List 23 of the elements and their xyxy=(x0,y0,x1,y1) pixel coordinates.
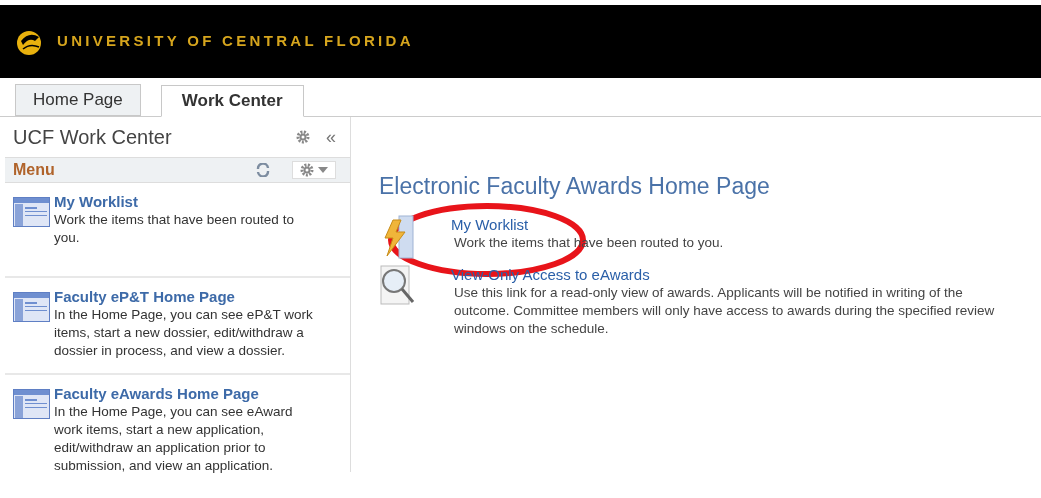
link[interactable]: My Worklist xyxy=(451,213,1021,234)
panel-title: UCF Work Center xyxy=(13,125,173,150)
page-title: Electronic Faculty Awards Home Page xyxy=(379,172,771,201)
page-icon xyxy=(13,292,50,322)
collapse-button[interactable]: « xyxy=(326,123,336,151)
menu-label: Menu xyxy=(13,160,56,180)
page-icon xyxy=(13,389,50,419)
options-menu-button[interactable] xyxy=(292,161,336,179)
menu-link[interactable]: Faculty eAwards Home Page xyxy=(54,385,316,403)
menu-link[interactable]: Faculty eP&T Home Page xyxy=(54,288,316,306)
university-name: UNIVERSITY OF CENTRAL FLORIDA xyxy=(57,31,414,52)
tab[interactable]: Work Center xyxy=(160,85,304,117)
settings-icon[interactable] xyxy=(296,130,310,144)
item-description: Work the items that have been routed to you. xyxy=(54,211,295,247)
menu-link[interactable]: My Worklist xyxy=(54,193,316,211)
refresh-icon[interactable] xyxy=(256,163,270,177)
gear-icon xyxy=(300,163,314,177)
page-icon xyxy=(13,197,50,227)
item-description: In the Home Page, you can see eP&T work items, start a new dossier, edit/withdraw a dossier in process, and view a dossier. xyxy=(54,306,314,360)
caret-icon xyxy=(318,167,328,173)
item-description: In the Home Page, you can see eAward work items, start a new application, edit/withdraw an application prior to submission, and view an application. xyxy=(54,403,294,475)
tab[interactable]: Home Page xyxy=(15,84,141,116)
link-description: Use this link for a read-only view of awards. Applicants will be notified in writing of the outcome. Committee members will only have access to awards during the specified review windows on the schedule. xyxy=(453,283,996,338)
